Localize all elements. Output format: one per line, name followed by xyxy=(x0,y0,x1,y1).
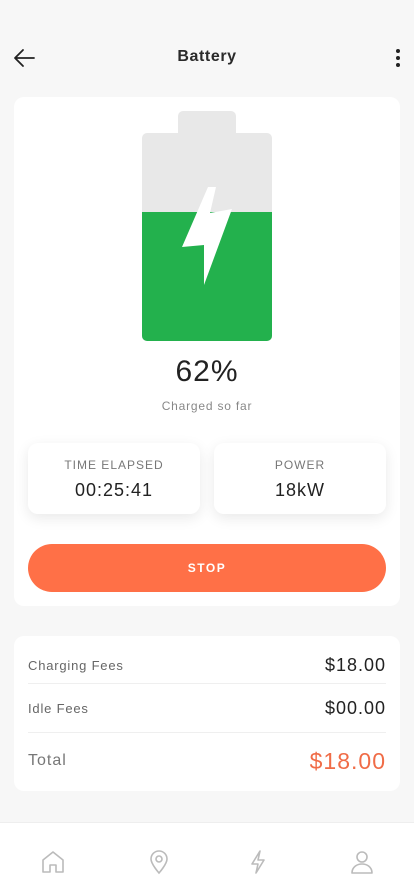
idle-fees-label: Idle Fees xyxy=(28,701,89,716)
time-elapsed-label: TIME ELAPSED xyxy=(64,458,164,472)
power-box: POWER 18kW xyxy=(214,443,386,514)
nav-profile[interactable] xyxy=(347,847,377,877)
nav-home[interactable] xyxy=(38,847,68,877)
fees-card: Charging Fees $18.00 Idle Fees $00.00 To… xyxy=(14,636,400,791)
charging-fees-value: $18.00 xyxy=(324,655,386,675)
more-options-button[interactable] xyxy=(388,44,408,72)
lightning-bolt-icon xyxy=(182,187,232,285)
charging-fees-row: Charging Fees $18.00 xyxy=(28,648,386,684)
home-icon xyxy=(42,851,64,873)
total-label: Total xyxy=(28,752,67,769)
battery-body xyxy=(142,133,272,341)
time-elapsed-box: TIME ELAPSED 00:25:41 xyxy=(28,443,200,514)
total-value: $18.00 xyxy=(309,747,386,774)
charge-caption: Charged so far xyxy=(161,399,253,413)
power-label: POWER xyxy=(274,458,326,472)
map-pin-icon xyxy=(150,850,168,875)
idle-fees-row: Idle Fees $00.00 xyxy=(28,685,386,733)
battery-graphic xyxy=(142,111,272,341)
stop-button[interactable]: STOP xyxy=(28,544,386,592)
nav-map[interactable] xyxy=(144,847,174,877)
bottom-navigation xyxy=(0,822,414,896)
time-elapsed-value: 00:25:41 xyxy=(74,480,154,500)
more-vertical-icon xyxy=(396,49,400,53)
app-header: Battery xyxy=(0,0,414,96)
power-value: 18kW xyxy=(274,480,325,500)
battery-card: 62% Charged so far TIME ELAPSED 00:25:41… xyxy=(14,97,400,606)
nav-charge[interactable] xyxy=(243,847,273,877)
page-title: Battery xyxy=(177,48,237,65)
total-row: Total $18.00 xyxy=(28,734,386,788)
lightning-icon xyxy=(251,850,265,874)
charging-fees-label: Charging Fees xyxy=(28,658,124,673)
charge-percent: 62% xyxy=(175,355,239,388)
user-icon xyxy=(351,851,373,874)
idle-fees-value: $00.00 xyxy=(324,698,386,718)
